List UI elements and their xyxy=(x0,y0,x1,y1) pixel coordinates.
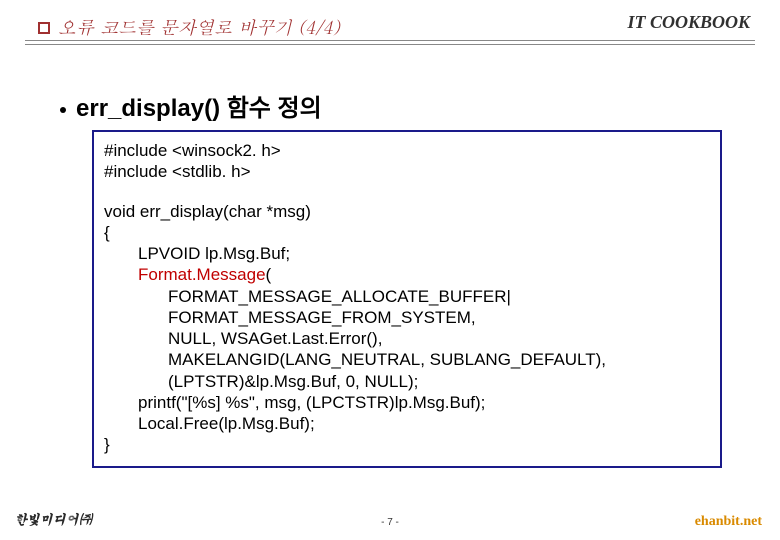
footer-publisher: 한빛미디어㈜ xyxy=(14,509,92,528)
section-heading-text: err_display() 함수 정의 xyxy=(76,95,322,122)
code-line: Format.Message( xyxy=(104,264,710,285)
code-line: FORMAT_MESSAGE_ALLOCATE_BUFFER| xyxy=(104,286,710,307)
divider-line-bottom xyxy=(25,44,755,45)
code-line: LPVOID lp.Msg.Buf; xyxy=(104,243,710,264)
title-line: 오류 코드를 문자열로 바꾸기 (4/4) xyxy=(38,15,340,40)
code-line: void err_display(char *msg) xyxy=(104,201,710,222)
code-blank-line xyxy=(104,183,710,201)
section-heading: err_display() 함수 정의 xyxy=(60,88,322,123)
footer-page-number: - 7 - xyxy=(381,517,399,528)
code-line: printf("[%s] %s", msg, (LPCTSTR)lp.Msg.B… xyxy=(104,392,710,413)
code-line: FORMAT_MESSAGE_FROM_SYSTEM, xyxy=(104,307,710,328)
slide-title: 오류 코드를 문자열로 바꾸기 (4/4) xyxy=(58,15,340,40)
code-line: (LPTSTR)&lp.Msg.Buf, 0, NULL); xyxy=(104,371,710,392)
code-line: } xyxy=(104,434,710,455)
code-box: #include <winsock2. h> #include <stdlib.… xyxy=(92,130,722,468)
code-line: #include <winsock2. h> xyxy=(104,140,710,161)
brand-text: IT COOKBOOK xyxy=(627,12,750,33)
code-text: ( xyxy=(266,265,272,284)
code-line: { xyxy=(104,222,710,243)
footer-url: ehanbit.net xyxy=(695,514,762,530)
code-line: #include <stdlib. h> xyxy=(104,161,710,182)
bullet-square-icon xyxy=(38,22,50,34)
divider-line-top xyxy=(25,40,755,41)
code-keyword: Format.Message xyxy=(138,265,266,284)
code-line: Local.Free(lp.Msg.Buf); xyxy=(104,413,710,434)
code-line: NULL, WSAGet.Last.Error(), xyxy=(104,328,710,349)
code-line: MAKELANGID(LANG_NEUTRAL, SUBLANG_DEFAULT… xyxy=(104,349,710,370)
bullet-dot-icon xyxy=(60,107,66,113)
slide-header: 오류 코드를 문자열로 바꾸기 (4/4) IT COOKBOOK xyxy=(0,0,780,36)
